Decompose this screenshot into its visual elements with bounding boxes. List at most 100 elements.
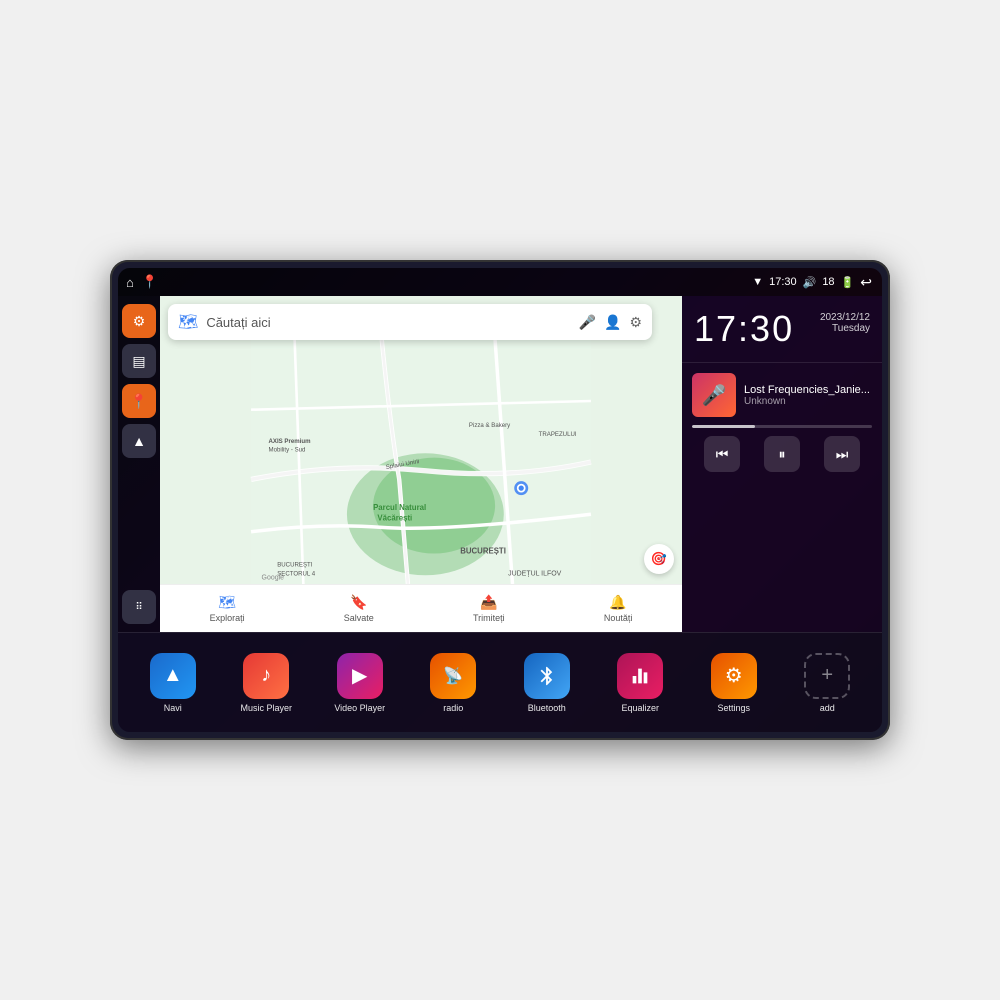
map-status-icon[interactable]: 📍 <box>142 274 158 290</box>
app-bluetooth[interactable]: Bluetooth <box>502 653 592 713</box>
music-controls: ⏮ ⏸ ⏭ <box>692 436 872 472</box>
app-video-player[interactable]: ▶ Video Player <box>315 653 405 713</box>
radio-label: radio <box>443 703 463 713</box>
saved-label: Salvate <box>344 613 374 623</box>
music-widget: 🎤 Lost Frequencies_Janie... Unknown ⏮ <box>682 363 882 632</box>
status-bar: ⌂ 📍 ▼ 17:30 🔊 18 🔋 ↩ <box>118 268 882 296</box>
status-left: ⌂ 📍 <box>126 268 158 296</box>
navigation-icon: ▲ <box>132 433 146 449</box>
main-content: ⚙ ▤ 📍 ▲ ⠿ 🗺 <box>118 296 882 632</box>
equalizer-icon <box>617 653 663 699</box>
app-grid-bar: ▲ Navi ♪ Music Player ▶ Video Player 📡 <box>118 632 882 732</box>
clock-time: 17:30 <box>694 308 794 350</box>
settings-icon: ⚙ <box>133 313 146 330</box>
pause-icon: ⏸ <box>779 446 786 463</box>
status-right: ▼ 17:30 🔊 18 🔋 ↩ <box>752 274 872 291</box>
map-svg: AXIS Premium Mobility - Sud Pizza & Bake… <box>160 340 682 584</box>
back-icon[interactable]: ↩ <box>860 274 872 291</box>
music-player-icon: ♪ <box>243 653 289 699</box>
map-explore-btn[interactable]: 🗺 Explorați <box>210 594 245 623</box>
wifi-icon: ▼ <box>752 276 763 288</box>
music-track-name: Lost Frequencies_Janie... <box>744 384 872 396</box>
clock-date: 2023/12/12 Tuesday <box>820 308 870 334</box>
music-prev-btn[interactable]: ⏮ <box>704 436 740 472</box>
svg-text:Pizza & Bakery: Pizza & Bakery <box>469 422 511 429</box>
next-icon: ⏭ <box>836 446 849 463</box>
explore-label: Explorați <box>210 613 245 623</box>
location-btn[interactable]: 🎯 <box>644 544 674 574</box>
svg-text:Parcul Natural: Parcul Natural <box>373 503 426 512</box>
map-search-text: Căutați aici <box>206 315 570 330</box>
bluetooth-label: Bluetooth <box>528 703 566 713</box>
music-progress-fill <box>692 425 755 428</box>
sidebar-maps-btn[interactable]: 📍 <box>122 384 156 418</box>
settings-label: Settings <box>717 703 750 713</box>
music-album-art: 🎤 <box>692 373 736 417</box>
music-player-label: Music Player <box>240 703 292 713</box>
equalizer-label: Equalizer <box>621 703 659 713</box>
sidebar-nav-btn[interactable]: ▲ <box>122 424 156 458</box>
music-track-info: Lost Frequencies_Janie... Unknown <box>744 384 872 407</box>
files-icon: ▤ <box>132 353 145 370</box>
settings-app-icon: ⚙ <box>711 653 757 699</box>
send-icon: 📤 <box>480 594 497 611</box>
app-navi[interactable]: ▲ Navi <box>128 653 218 713</box>
svg-text:BUCUREȘTI: BUCUREȘTI <box>460 547 506 556</box>
app-settings[interactable]: ⚙ Settings <box>689 653 779 713</box>
map-background: 🗺 Căutați aici 🎤 👤 ⚙ <box>160 296 682 632</box>
map-pin-icon: 📍 <box>130 393 147 410</box>
map-news-btn[interactable]: 🔔 Noutăți <box>604 594 633 623</box>
map-search-actions: 🎤 👤 ⚙ <box>579 314 642 331</box>
google-maps-icon: 🗺 <box>178 312 198 332</box>
grid-menu-icon: ⠿ <box>135 602 142 613</box>
battery-icon: 🔋 <box>841 276 855 289</box>
svg-text:JUDEȚUL ILFOV: JUDEȚUL ILFOV <box>508 570 562 577</box>
clock-widget: 17:30 2023/12/12 Tuesday <box>682 296 882 363</box>
map-send-btn[interactable]: 📤 Trimiteți <box>473 594 505 623</box>
music-track-artist: Unknown <box>744 396 872 407</box>
send-label: Trimiteți <box>473 613 505 623</box>
svg-text:Văcărești: Văcărești <box>377 513 412 522</box>
mic-icon[interactable]: 🎤 <box>579 314 596 331</box>
navi-icon: ▲ <box>150 653 196 699</box>
status-time: 17:30 <box>769 276 797 288</box>
layers-icon[interactable]: ⚙ <box>629 314 642 331</box>
map-bottom-bar: 🗺 Explorați 🔖 Salvate 📤 Trimiteți � <box>160 584 682 632</box>
music-next-btn[interactable]: ⏭ <box>824 436 860 472</box>
music-progress-bar[interactable] <box>692 425 872 428</box>
music-play-pause-btn[interactable]: ⏸ <box>764 436 800 472</box>
news-icon: 🔔 <box>609 594 626 611</box>
app-equalizer[interactable]: Equalizer <box>596 653 686 713</box>
svg-text:BUCUREȘTI: BUCUREȘTI <box>277 562 313 569</box>
svg-text:TRAPEZULUI: TRAPEZULUI <box>539 431 577 438</box>
clock-date-line2: Tuesday <box>820 323 870 334</box>
add-label: add <box>820 703 835 713</box>
device-frame: ⌂ 📍 ▼ 17:30 🔊 18 🔋 ↩ ⚙ ▤ <box>110 260 890 740</box>
navi-label: Navi <box>164 703 182 713</box>
left-sidebar: ⚙ ▤ 📍 ▲ ⠿ <box>118 296 160 632</box>
clock-date-line1: 2023/12/12 <box>820 312 870 323</box>
battery-level: 18 <box>822 276 834 288</box>
svg-text:Mobility - Sud: Mobility - Sud <box>269 447 306 454</box>
account-icon[interactable]: 👤 <box>604 314 621 331</box>
app-add[interactable]: + add <box>783 653 873 713</box>
svg-text:Google: Google <box>262 575 285 582</box>
radio-icon: 📡 <box>430 653 476 699</box>
add-icon: + <box>804 653 850 699</box>
explore-icon: 🗺 <box>218 594 236 611</box>
app-radio[interactable]: 📡 radio <box>409 653 499 713</box>
video-player-icon: ▶ <box>337 653 383 699</box>
video-player-label: Video Player <box>334 703 385 713</box>
device-screen: ⌂ 📍 ▼ 17:30 🔊 18 🔋 ↩ ⚙ ▤ <box>118 268 882 732</box>
bluetooth-icon <box>524 653 570 699</box>
home-icon[interactable]: ⌂ <box>126 275 134 290</box>
sidebar-files-btn[interactable]: ▤ <box>122 344 156 378</box>
app-music-player[interactable]: ♪ Music Player <box>222 653 312 713</box>
sidebar-settings-btn[interactable]: ⚙ <box>122 304 156 338</box>
map-saved-btn[interactable]: 🔖 Salvate <box>344 594 374 623</box>
map-search-bar[interactable]: 🗺 Căutați aici 🎤 👤 ⚙ <box>168 304 652 340</box>
news-label: Noutăți <box>604 613 633 623</box>
album-art-image: 🎤 <box>702 383 727 408</box>
sidebar-menu-btn[interactable]: ⠿ <box>122 590 156 624</box>
map-container[interactable]: 🗺 Căutați aici 🎤 👤 ⚙ <box>160 296 682 632</box>
